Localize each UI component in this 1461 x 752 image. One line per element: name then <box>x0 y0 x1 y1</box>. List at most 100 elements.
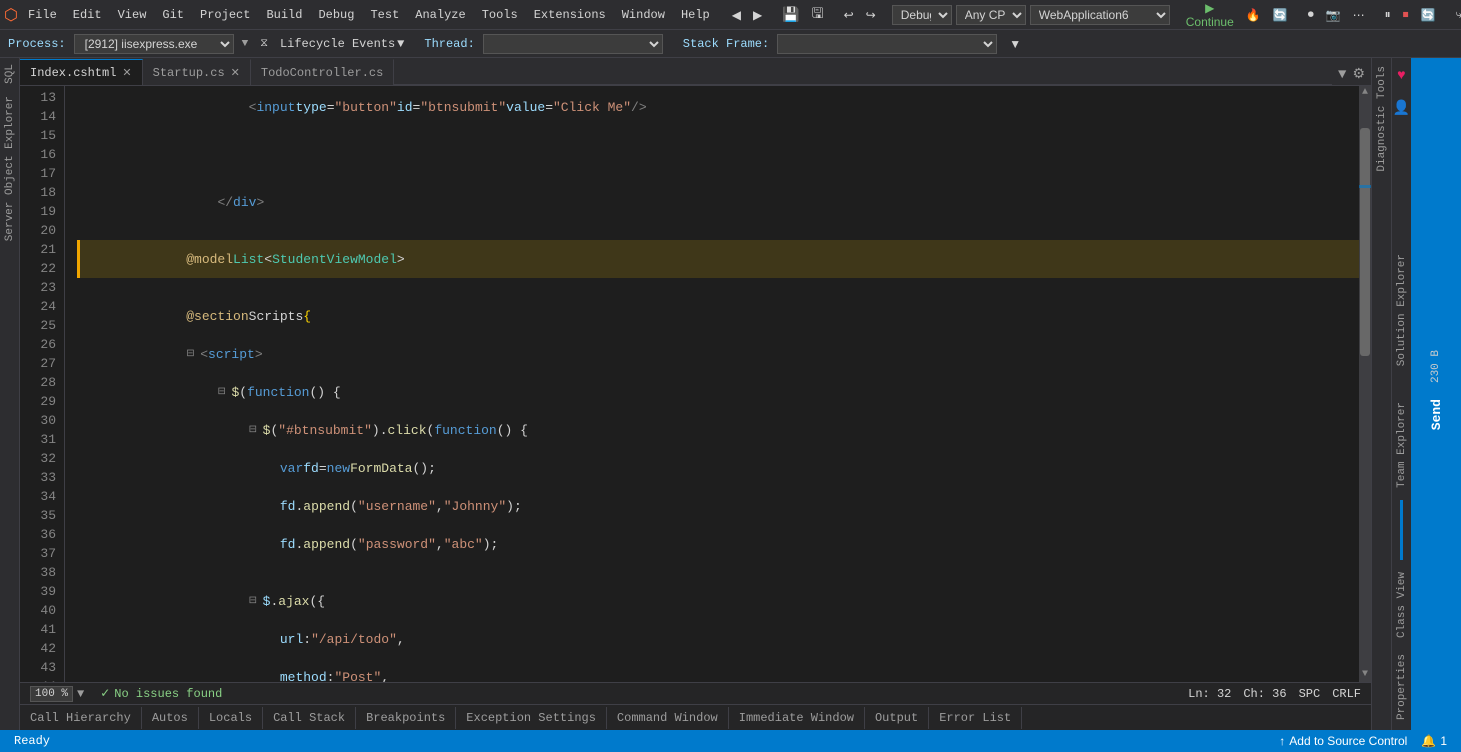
refresh-button[interactable]: 🔄 <box>1269 6 1292 24</box>
code-line-22: ⊟<script> <box>77 335 1359 373</box>
solution-explorer-label[interactable]: Solution Explorer <box>1394 248 1410 372</box>
class-view-label[interactable]: Class View <box>1394 566 1410 644</box>
lifecycle-button[interactable]: Lifecycle Events ▼ <box>280 37 404 51</box>
ln-35: 35 <box>20 506 56 525</box>
tab-settings-icon[interactable]: ⚙ <box>1350 64 1367 85</box>
tab-label-index: Index.cshtml <box>30 66 116 80</box>
window-menu[interactable]: Window <box>616 6 671 24</box>
screenshot-button[interactable]: 📷 <box>1322 6 1345 24</box>
project-dropdown[interactable]: WebApplication6 <box>1030 5 1170 25</box>
stack-btn[interactable]: ▼ <box>1005 35 1025 53</box>
team-explorer-label[interactable]: Team Explorer <box>1394 396 1410 494</box>
ln-38: 38 <box>20 563 56 582</box>
help-menu[interactable]: Help <box>675 6 716 24</box>
source-control-button[interactable]: ↑ Add to Source Control <box>1273 734 1413 748</box>
thread-select[interactable] <box>483 34 663 54</box>
diagnostic-tools-label[interactable]: Diagnostic Tools <box>1374 58 1390 180</box>
tab-index-cshtml[interactable]: Index.cshtml ✕ <box>20 59 143 85</box>
vertical-scrollbar[interactable]: ▲ ▼ <box>1359 86 1371 682</box>
tab-output[interactable]: Output <box>865 707 929 729</box>
tab-locals[interactable]: Locals <box>199 707 263 729</box>
send-button[interactable]: Send <box>1425 391 1448 438</box>
ln-13: 13 <box>20 88 56 107</box>
process-select[interactable]: [2912] iisexpress.exe <box>74 34 234 54</box>
cpu-dropdown[interactable]: Any CPU <box>956 5 1026 25</box>
ln-32: 32 <box>20 449 56 468</box>
file-menu[interactable]: File <box>22 6 63 24</box>
test-menu[interactable]: Test <box>364 6 405 24</box>
scroll-up-btn[interactable]: ▲ <box>1359 86 1371 100</box>
undo-button[interactable]: ↩ <box>840 6 858 24</box>
tab-command-window[interactable]: Command Window <box>607 707 729 729</box>
collapse-24[interactable]: ⊟ <box>249 421 261 440</box>
code-content[interactable]: <input type="button" id="btnsubmit" valu… <box>65 86 1359 682</box>
tab-startup[interactable]: Startup.cs ✕ <box>143 59 251 85</box>
zoom-value[interactable]: 100 % <box>30 686 73 702</box>
breakpoint-button[interactable]: ⏺ <box>1304 5 1318 24</box>
stack-select[interactable] <box>777 34 997 54</box>
collapse-22[interactable]: ⊟ <box>186 345 198 364</box>
ln-29: 29 <box>20 392 56 411</box>
tools-menu[interactable]: Tools <box>476 6 524 24</box>
filter-button[interactable]: ⧖ <box>256 35 272 52</box>
redo-button[interactable]: ↪ <box>862 6 880 24</box>
stop-button[interactable]: ⏹ <box>1399 5 1413 24</box>
orange-indicator <box>77 240 80 278</box>
notifications-button[interactable]: 🔔 1 <box>1415 734 1453 748</box>
tab-exception-settings[interactable]: Exception Settings <box>456 707 607 729</box>
tab-todocontroller[interactable]: TodoController.cs <box>251 59 394 85</box>
save-all-button[interactable]: 🖫 <box>808 1 828 29</box>
restart-button[interactable]: 🔄 <box>1417 6 1440 24</box>
code-line-21: @section Scripts{ <box>77 297 1359 335</box>
zoom-control[interactable]: 100 % ▼ <box>30 686 84 702</box>
code-line-27: fd.append("password", "abc"); <box>77 525 1359 563</box>
sql-label[interactable]: SQL <box>2 58 18 90</box>
tab-breakpoints[interactable]: Breakpoints <box>356 707 456 729</box>
tab-call-hierarchy[interactable]: Call Hierarchy <box>20 707 142 729</box>
left-sidebar: SQL Server Object Explorer <box>0 58 20 730</box>
scroll-track[interactable] <box>1359 100 1371 668</box>
fire-button[interactable]: 🔥 <box>1242 6 1265 24</box>
scroll-thumb[interactable] <box>1360 128 1370 355</box>
forward-button[interactable]: ▶ <box>749 6 766 24</box>
analyze-menu[interactable]: Analyze <box>409 6 471 24</box>
bell-icon: 🔔 <box>1421 734 1436 748</box>
tab-close-index[interactable]: ✕ <box>122 66 131 80</box>
tab-call-stack[interactable]: Call Stack <box>263 707 356 729</box>
build-menu[interactable]: Build <box>260 6 308 24</box>
tab-error-list[interactable]: Error List <box>929 707 1022 729</box>
server-object-explorer-label[interactable]: Server Object Explorer <box>2 90 18 247</box>
heart-icon[interactable]: ♥ <box>1395 62 1407 90</box>
edit-menu[interactable]: Edit <box>67 6 108 24</box>
ln-24: 24 <box>20 297 56 316</box>
tab-close-startup[interactable]: ✕ <box>231 66 240 80</box>
tab-dropdown-icon[interactable]: ▼ <box>1336 65 1348 85</box>
continue-button[interactable]: ▶ Continue <box>1182 0 1238 31</box>
view-menu[interactable]: View <box>112 6 153 24</box>
dots-button[interactable]: ⋯ <box>1349 6 1369 24</box>
collapse-29[interactable]: ⊟ <box>249 592 261 611</box>
save-button[interactable]: 💾 <box>778 4 803 25</box>
ln-39: 39 <box>20 582 56 601</box>
profile-icon[interactable]: 👤 <box>1391 94 1412 123</box>
scroll-down-btn[interactable]: ▼ <box>1359 668 1371 682</box>
bottom-tabs: Call Hierarchy Autos Locals Call Stack B… <box>20 704 1371 730</box>
config-dropdown[interactable]: Debug <box>892 5 952 25</box>
step-over-button[interactable]: ⤷ <box>1452 5 1461 24</box>
back-button[interactable]: ◀ <box>728 6 745 24</box>
tab-immediate-window[interactable]: Immediate Window <box>729 707 865 729</box>
collapse-23[interactable]: ⊟ <box>217 383 229 402</box>
char-number-display: Ch: 36 <box>1243 687 1286 701</box>
ln-37: 37 <box>20 544 56 563</box>
debug-menu[interactable]: Debug <box>312 6 360 24</box>
git-menu[interactable]: Git <box>156 6 190 24</box>
zoom-dropdown[interactable]: ▼ <box>77 687 84 701</box>
properties-label[interactable]: Properties <box>1394 648 1410 726</box>
pause-button[interactable]: ⏸ <box>1381 5 1395 24</box>
tab-autos[interactable]: Autos <box>142 707 199 729</box>
tab-bar: Index.cshtml ✕ Startup.cs ✕ TodoControll… <box>20 58 1371 86</box>
source-control-label: Add to Source Control <box>1289 734 1407 748</box>
project-menu[interactable]: Project <box>194 6 256 24</box>
extensions-menu[interactable]: Extensions <box>528 6 612 24</box>
ln-31: 31 <box>20 430 56 449</box>
